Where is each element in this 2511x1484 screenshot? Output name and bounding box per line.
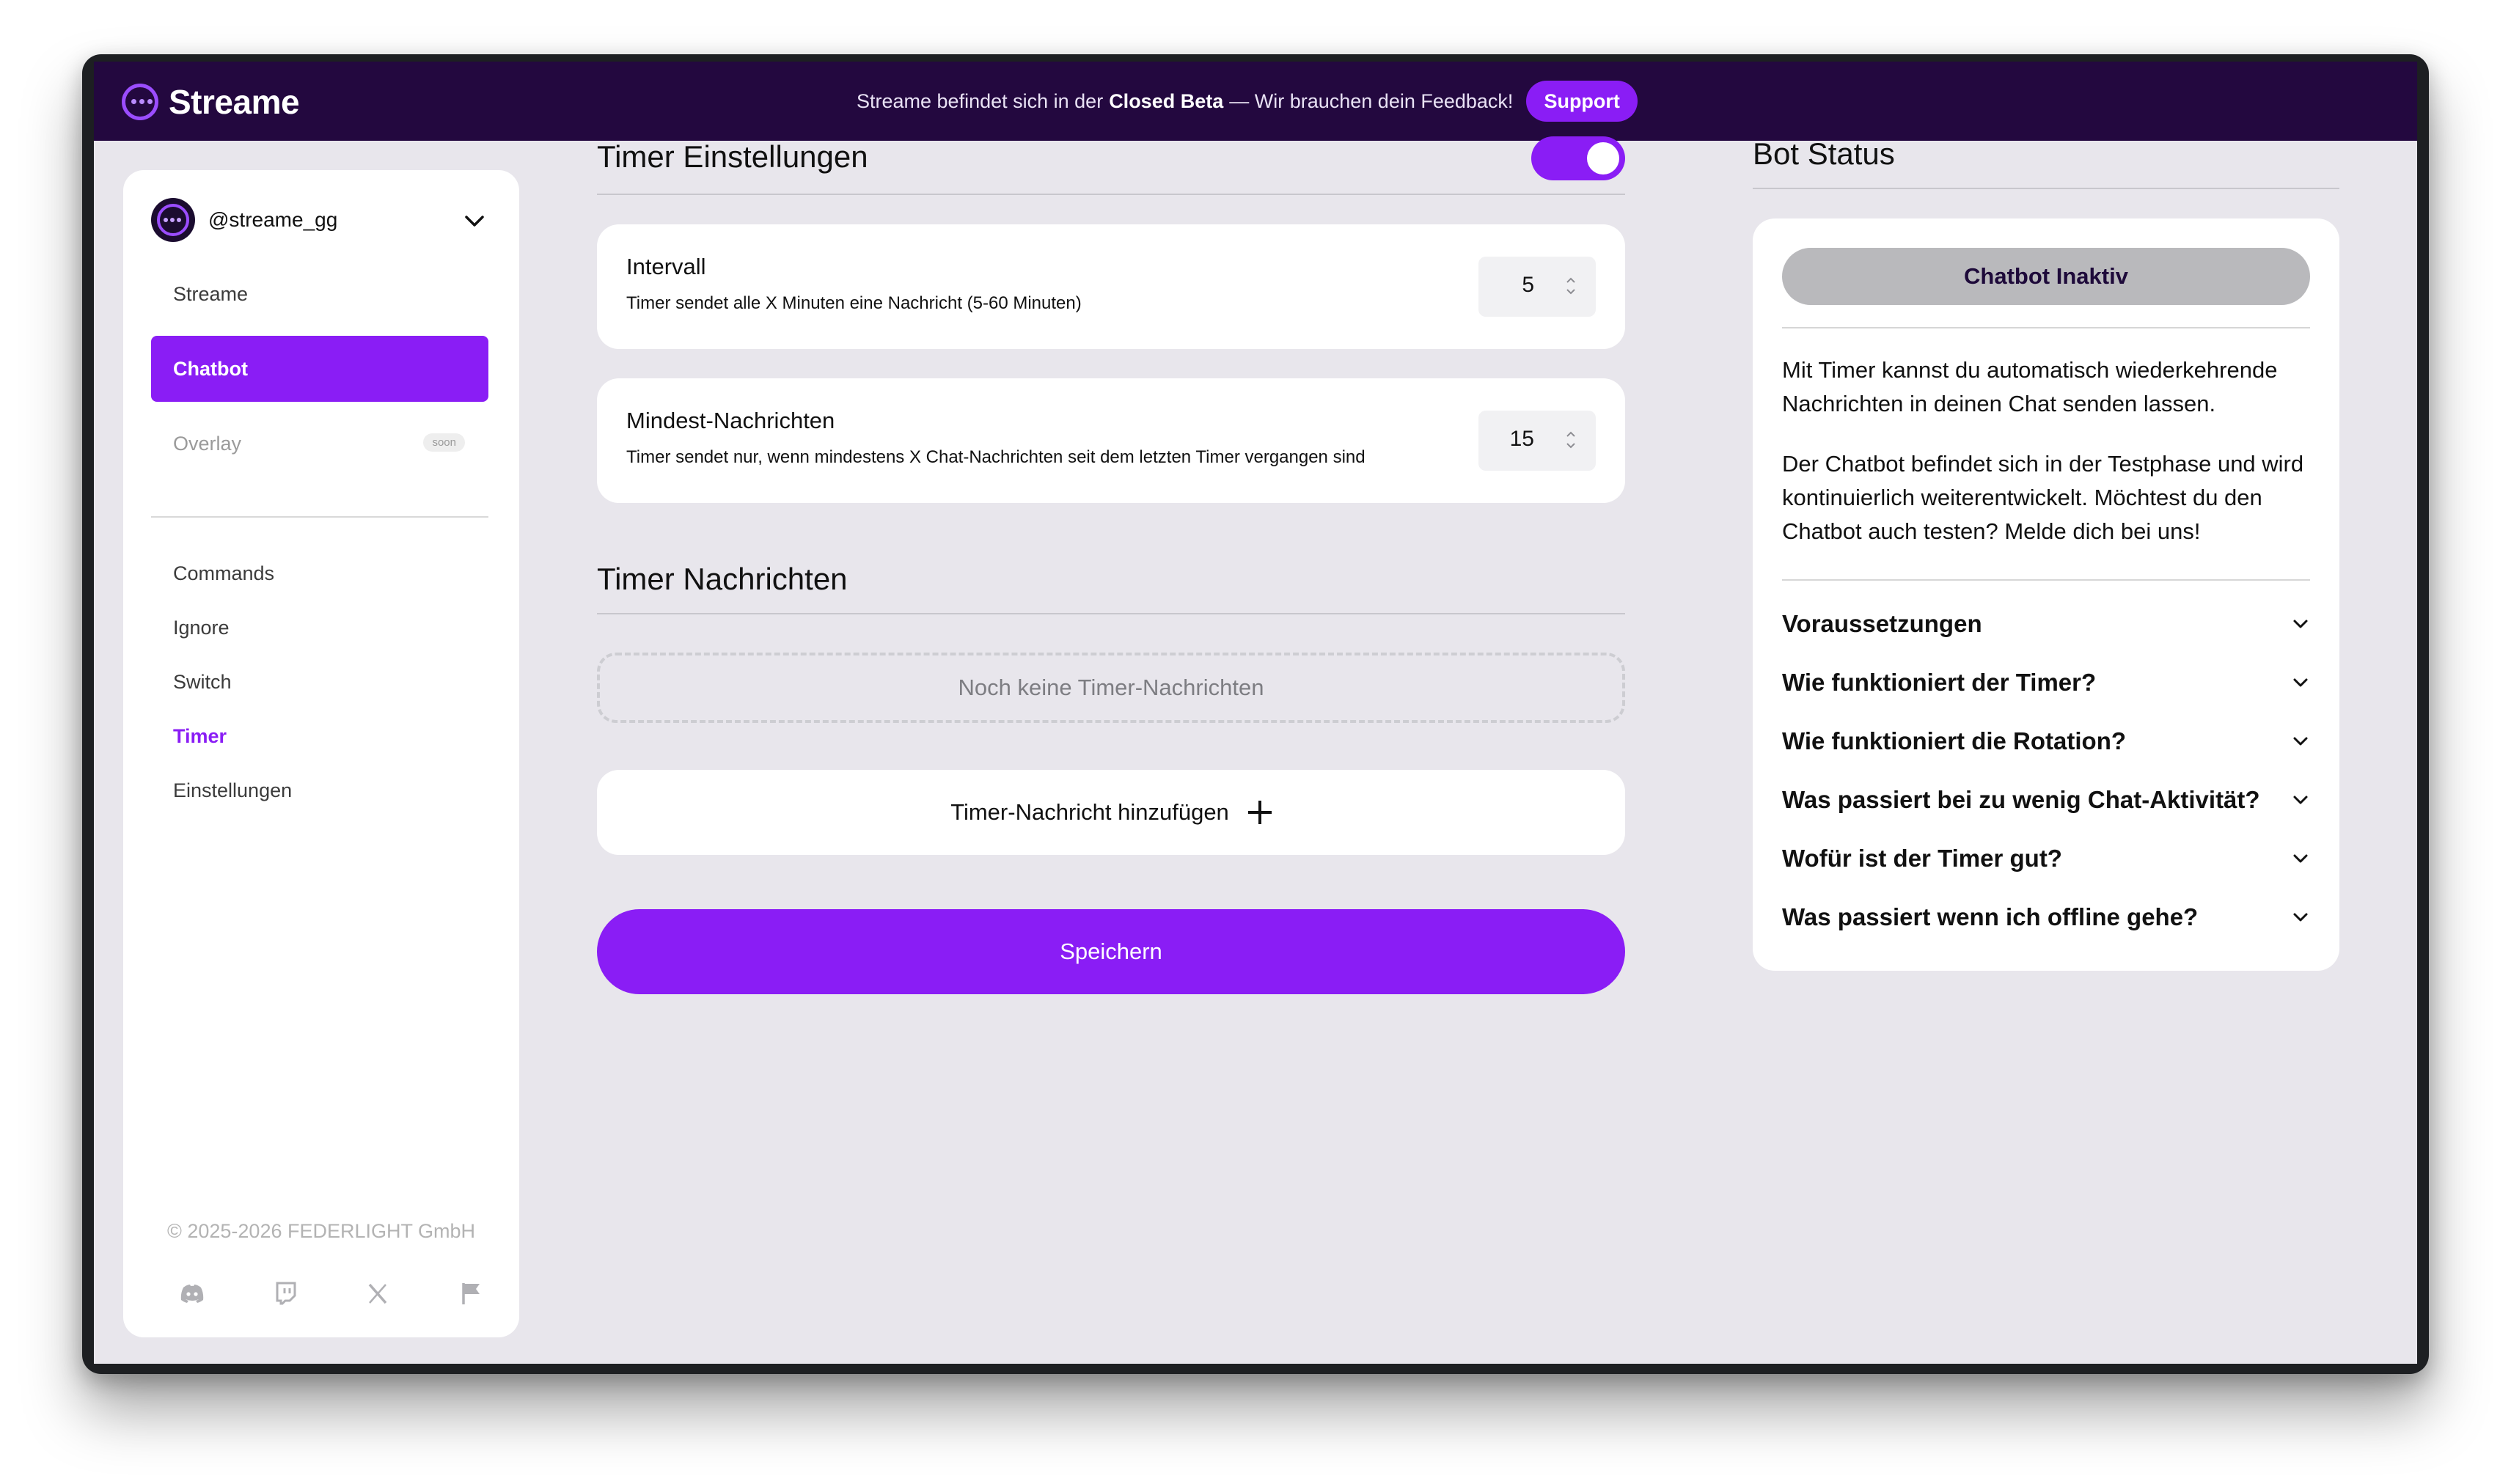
subnav-item-ignore[interactable]: Ignore xyxy=(173,613,230,642)
add-timer-message-button[interactable]: Timer-Nachricht hinzufügen xyxy=(597,770,1625,855)
chevron-down-icon xyxy=(2293,678,2308,687)
subnav-item-timer[interactable]: Timer xyxy=(173,721,227,751)
faq-question: Wofür ist der Timer gut? xyxy=(1782,845,2062,872)
account-switcher[interactable]: @streame_gg xyxy=(151,198,487,242)
chevron-down-icon xyxy=(2293,737,2308,746)
faq-question: Wie funktioniert der Timer? xyxy=(1782,669,2097,696)
stepper-icon[interactable] xyxy=(1562,425,1580,455)
chatbot-status-badge: Chatbot Inaktiv xyxy=(1782,248,2310,305)
faq-item[interactable]: Wie funktioniert der Timer? xyxy=(1782,664,2310,701)
faq-item[interactable]: Wie funktioniert die Rotation? xyxy=(1782,723,2310,760)
faq-question: Was passiert wenn ich offline gehe? xyxy=(1782,903,2199,930)
beta-suffix: — Wir brauchen dein Feedback! xyxy=(1229,89,1514,112)
chevron-down-icon xyxy=(465,216,484,227)
sidebar-item-label: Streame xyxy=(173,282,249,305)
plus-icon xyxy=(1247,801,1272,824)
bot-status-title: Bot Status xyxy=(1753,136,1895,171)
faq-item[interactable]: Was passiert wenn ich offline gehe? xyxy=(1782,899,2310,936)
card-divider xyxy=(1782,579,2310,581)
account-name: @streame_gg xyxy=(208,208,338,231)
faq-item[interactable]: Was passiert bei zu wenig Chat-Aktivität… xyxy=(1782,782,2310,818)
beta-banner: Streame befindet sich in der Closed Beta… xyxy=(857,79,1638,123)
discord-icon[interactable] xyxy=(177,1279,207,1308)
subnav-item-switch[interactable]: Switch xyxy=(173,667,232,697)
streame-logo-icon xyxy=(122,84,158,120)
min-messages-title: Mindest-Nachrichten xyxy=(626,408,835,433)
sidebar-item-label: Overlay xyxy=(173,432,242,455)
chevron-down-icon xyxy=(2293,913,2308,922)
top-bar: Streame Streame befindet sich in der Clo… xyxy=(94,62,2417,141)
twitch-icon[interactable] xyxy=(271,1279,300,1308)
timer-settings-title: Timer Einstellungen xyxy=(597,139,868,174)
empty-messages-placeholder: Noch keine Timer-Nachrichten xyxy=(597,653,1625,723)
interval-title: Intervall xyxy=(626,254,706,279)
stepper-icon[interactable] xyxy=(1562,271,1580,301)
toggle-knob xyxy=(1587,142,1619,175)
sidebar-item-overlay: Overlay soon xyxy=(151,411,488,477)
interval-value: 5 xyxy=(1522,273,1534,297)
chevron-down-icon xyxy=(2293,854,2308,863)
bot-info-paragraph: Mit Timer kannst du automatisch wiederke… xyxy=(1782,357,2278,416)
timer-enabled-toggle[interactable] xyxy=(1531,136,1625,180)
min-messages-card: Mindest-Nachrichten Timer sendet nur, we… xyxy=(597,378,1625,503)
subnav-item-commands[interactable]: Commands xyxy=(173,559,274,588)
card-divider xyxy=(1782,327,2310,328)
faq-question: Wie funktioniert die Rotation? xyxy=(1782,727,2127,754)
chevron-down-icon xyxy=(2293,796,2308,804)
sidebar: @streame_gg Streame Chatbot Overlay soon… xyxy=(123,170,519,1337)
subnav-item-einstellungen[interactable]: Einstellungen xyxy=(173,776,292,805)
min-messages-description: Timer sendet nur, wenn mindestens X Chat… xyxy=(626,447,1366,467)
save-button[interactable]: Speichern xyxy=(597,909,1625,994)
faq-item[interactable]: Wofür ist der Timer gut? xyxy=(1782,840,2310,877)
bot-testphase-paragraph: Der Chatbot befindet sich in der Testpha… xyxy=(1782,451,2304,544)
min-messages-value: 15 xyxy=(1509,427,1534,451)
app-window: Streame Streame befindet sich in der Clo… xyxy=(94,62,2417,1364)
faq-item[interactable]: Voraussetzungen xyxy=(1782,606,2310,642)
nav-divider xyxy=(151,516,488,518)
sidebar-item-streame[interactable]: Streame xyxy=(151,261,488,327)
chevron-down-icon xyxy=(2293,620,2308,628)
bot-status-card: Chatbot Inaktiv Mit Timer kannst du auto… xyxy=(1753,218,2339,971)
interval-card: Intervall Timer sendet alle X Minuten ei… xyxy=(597,224,1625,349)
avatar xyxy=(151,198,195,242)
brand-logo[interactable]: Streame xyxy=(122,82,300,122)
copyright: © 2025-2026 FEDERLIGHT GmbH xyxy=(166,1220,476,1242)
timer-messages-title: Timer Nachrichten xyxy=(597,562,848,596)
flag-icon[interactable] xyxy=(456,1279,485,1308)
brand-name: Streame xyxy=(169,83,300,121)
x-icon[interactable] xyxy=(363,1279,392,1308)
support-button[interactable]: Support xyxy=(1526,81,1638,122)
faq-question: Voraussetzungen xyxy=(1782,610,1982,637)
social-links xyxy=(177,1279,485,1308)
soon-badge: soon xyxy=(423,433,465,452)
beta-prefix: Streame befindet sich in der xyxy=(857,89,1104,112)
section-divider xyxy=(597,613,1625,614)
section-divider xyxy=(1753,188,2339,189)
min-messages-input[interactable]: 15 xyxy=(1478,411,1596,471)
sidebar-item-label: Chatbot xyxy=(173,357,248,380)
faq-question: Was passiert bei zu wenig Chat-Aktivität… xyxy=(1782,786,2260,813)
beta-bold: Closed Beta xyxy=(1109,89,1224,112)
add-timer-message-label: Timer-Nachricht hinzufügen xyxy=(950,799,1229,825)
interval-description: Timer sendet alle X Minuten eine Nachric… xyxy=(626,293,1082,313)
interval-input[interactable]: 5 xyxy=(1478,257,1596,317)
section-divider xyxy=(597,194,1625,195)
sidebar-item-chatbot[interactable]: Chatbot xyxy=(151,336,488,402)
